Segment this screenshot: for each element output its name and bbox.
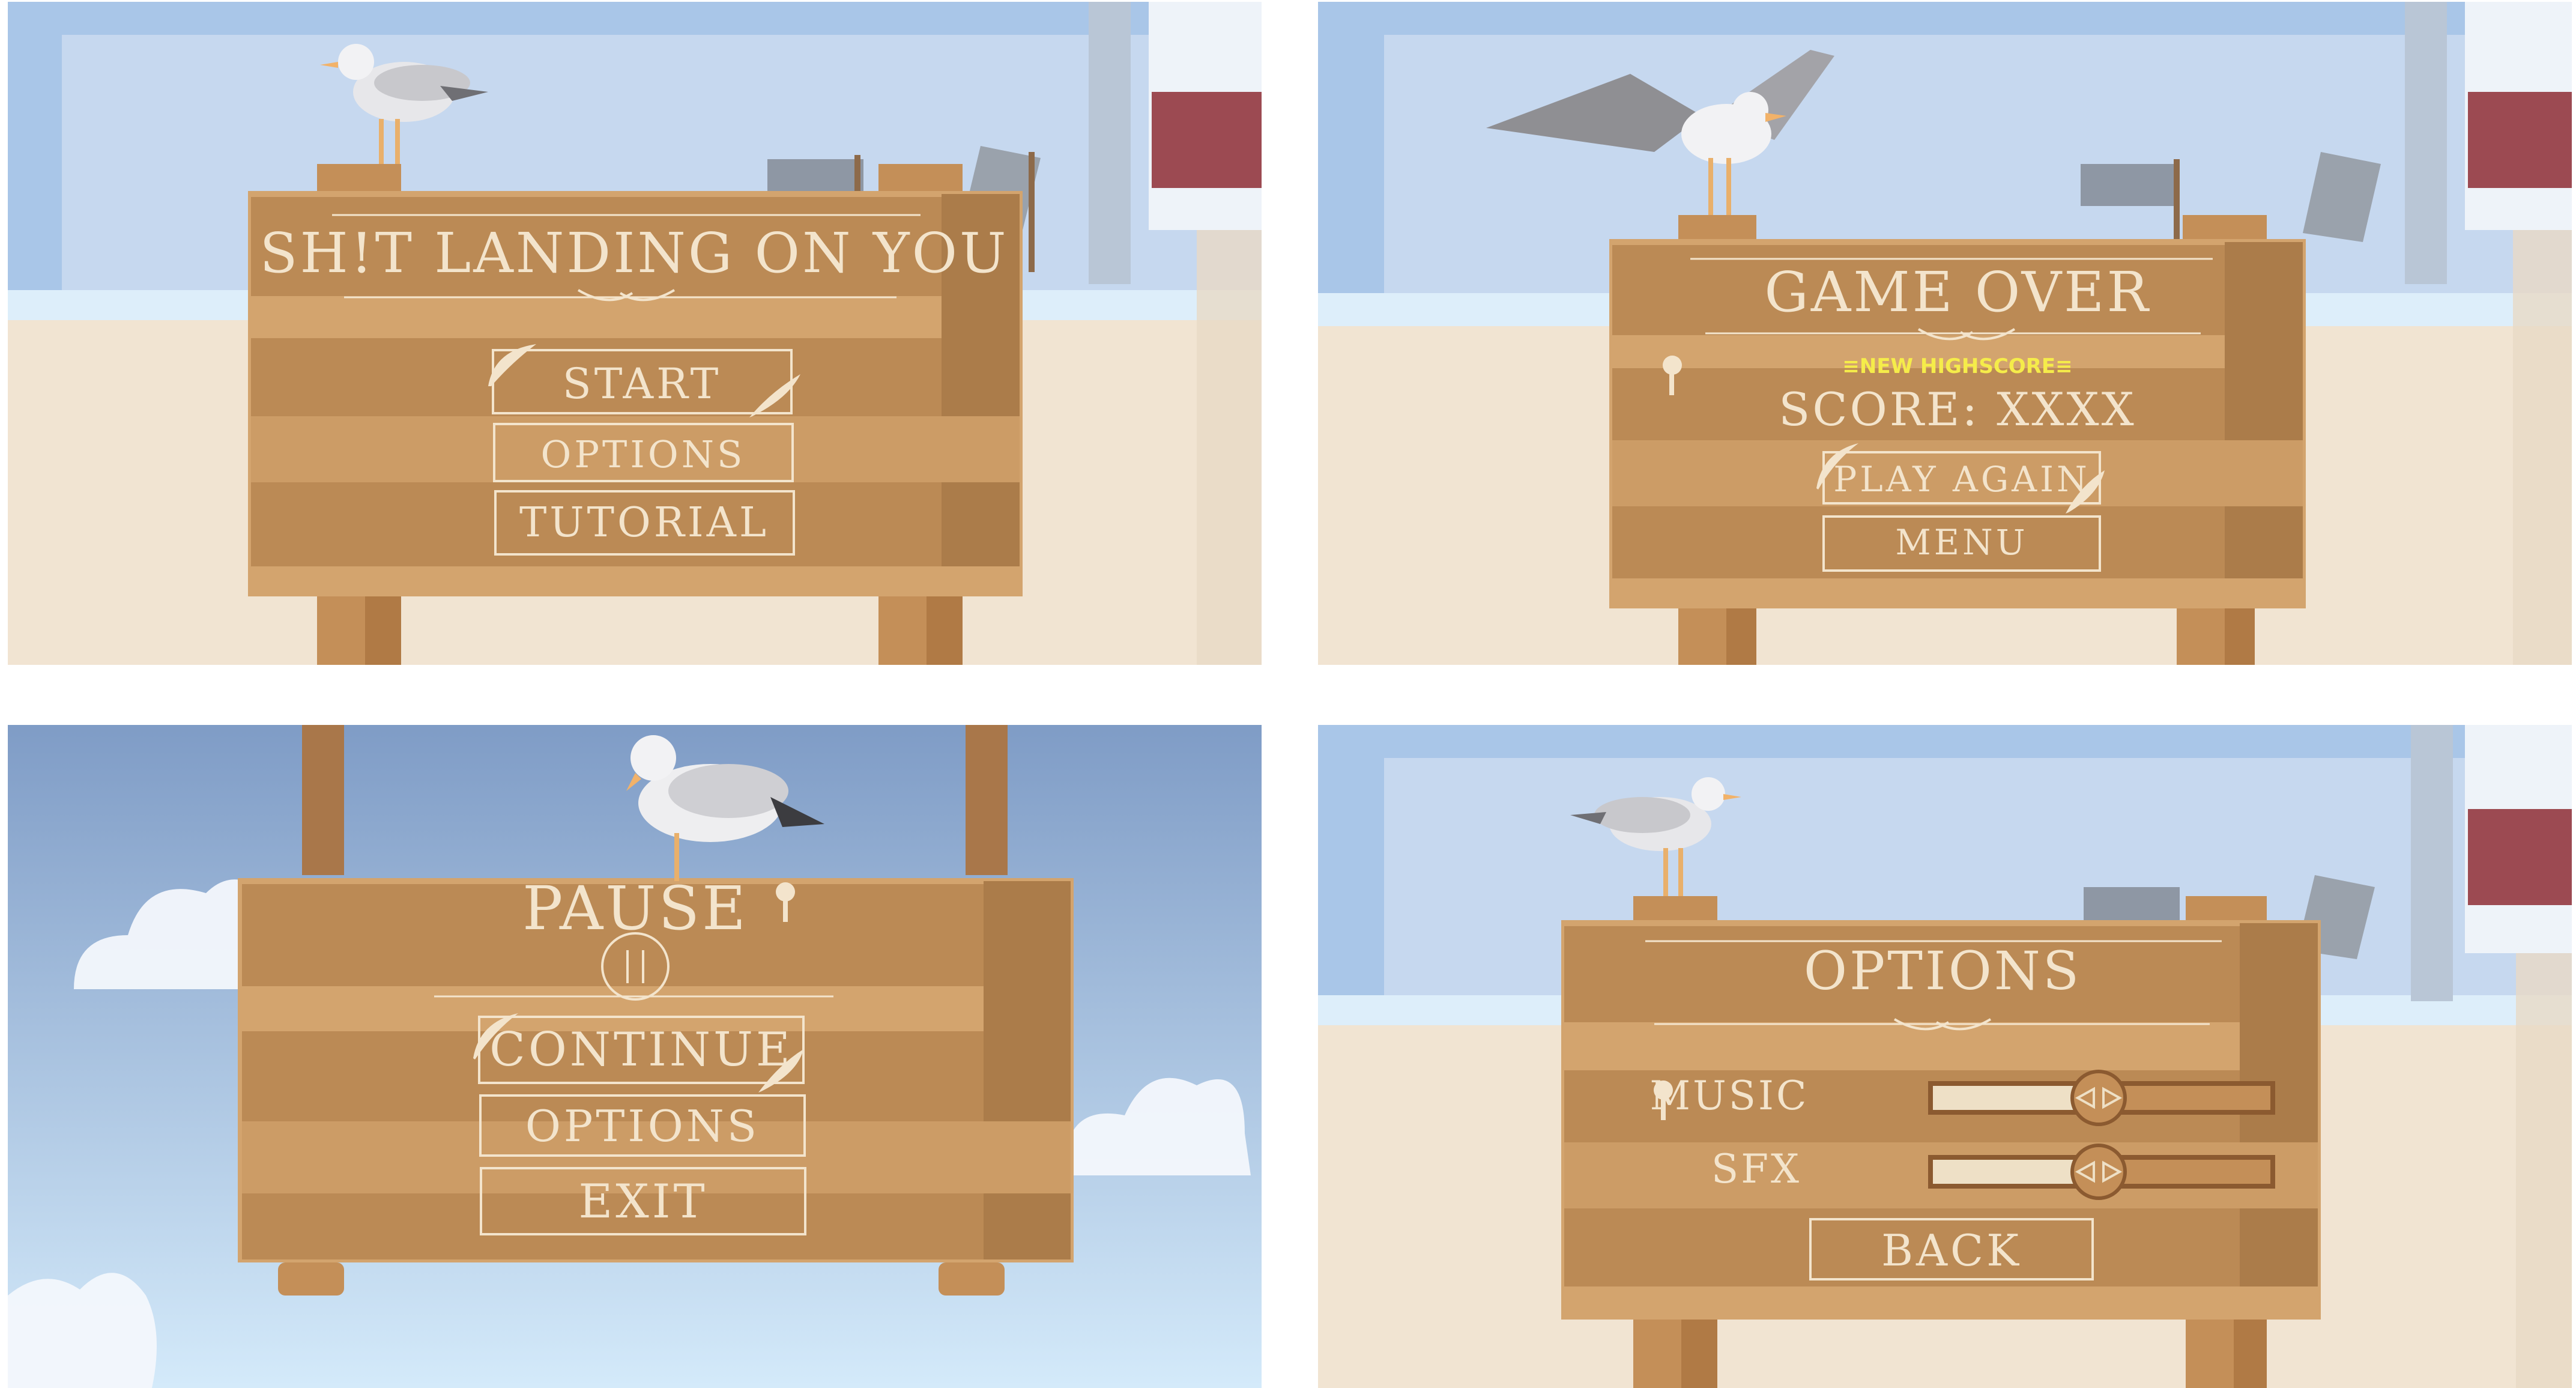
start-button-label: START — [563, 359, 722, 408]
options-button[interactable]: OPTIONS — [493, 423, 794, 482]
options-button-label: OPTIONS — [541, 432, 746, 476]
sfx-slider-handle[interactable] — [2070, 1144, 2127, 1200]
back-button[interactable]: BACK — [1809, 1218, 2094, 1280]
exit-button[interactable]: EXIT — [480, 1167, 806, 1235]
game-over-title: GAME OVER — [1764, 260, 2150, 324]
options-screen: OPTIONS MUSIC SFX BACK — [1318, 725, 2572, 1388]
menu-button[interactable]: MENU — [1822, 515, 2101, 572]
pause-screen: PAUSE CONTINUE OPTIONS EXIT — [8, 725, 1262, 1388]
music-slider-handle[interactable] — [2070, 1070, 2127, 1126]
start-button[interactable]: START — [492, 349, 793, 414]
options-button[interactable]: OPTIONS — [479, 1094, 806, 1157]
sfx-label: SFX — [1711, 1146, 1801, 1192]
play-again-button-label: PLAY AGAIN — [1833, 459, 2090, 500]
main-menu-screen: SH!T LANDING ON YOU START OPTIONS TUTORI… — [8, 2, 1262, 665]
tutorial-button-label: TUTORIAL — [519, 499, 769, 547]
options-title: OPTIONS — [1804, 940, 2081, 1002]
game-over-screen: GAME OVER ≡NEW HIGHSCORE≡ SCORE: XXXX PL… — [1318, 2, 2572, 665]
pause-title: PAUSE — [522, 873, 748, 944]
menu-button-label: MENU — [1895, 522, 2028, 563]
play-again-button[interactable]: PLAY AGAIN — [1822, 451, 2101, 505]
music-slider[interactable] — [1928, 1070, 2275, 1126]
back-button-label: BACK — [1881, 1225, 2022, 1276]
exit-button-label: EXIT — [578, 1175, 707, 1229]
score-display: SCORE: XXXX — [1779, 383, 2136, 436]
continue-button-label: CONTINUE — [489, 1023, 793, 1077]
new-highscore-badge: ≡NEW HIGHSCORE≡ — [1842, 354, 2072, 378]
tutorial-button[interactable]: TUTORIAL — [494, 490, 795, 556]
sfx-slider[interactable] — [1928, 1144, 2275, 1200]
continue-button[interactable]: CONTINUE — [478, 1016, 805, 1084]
music-label: MUSIC — [1650, 1073, 1809, 1119]
options-button-label: OPTIONS — [525, 1101, 760, 1151]
